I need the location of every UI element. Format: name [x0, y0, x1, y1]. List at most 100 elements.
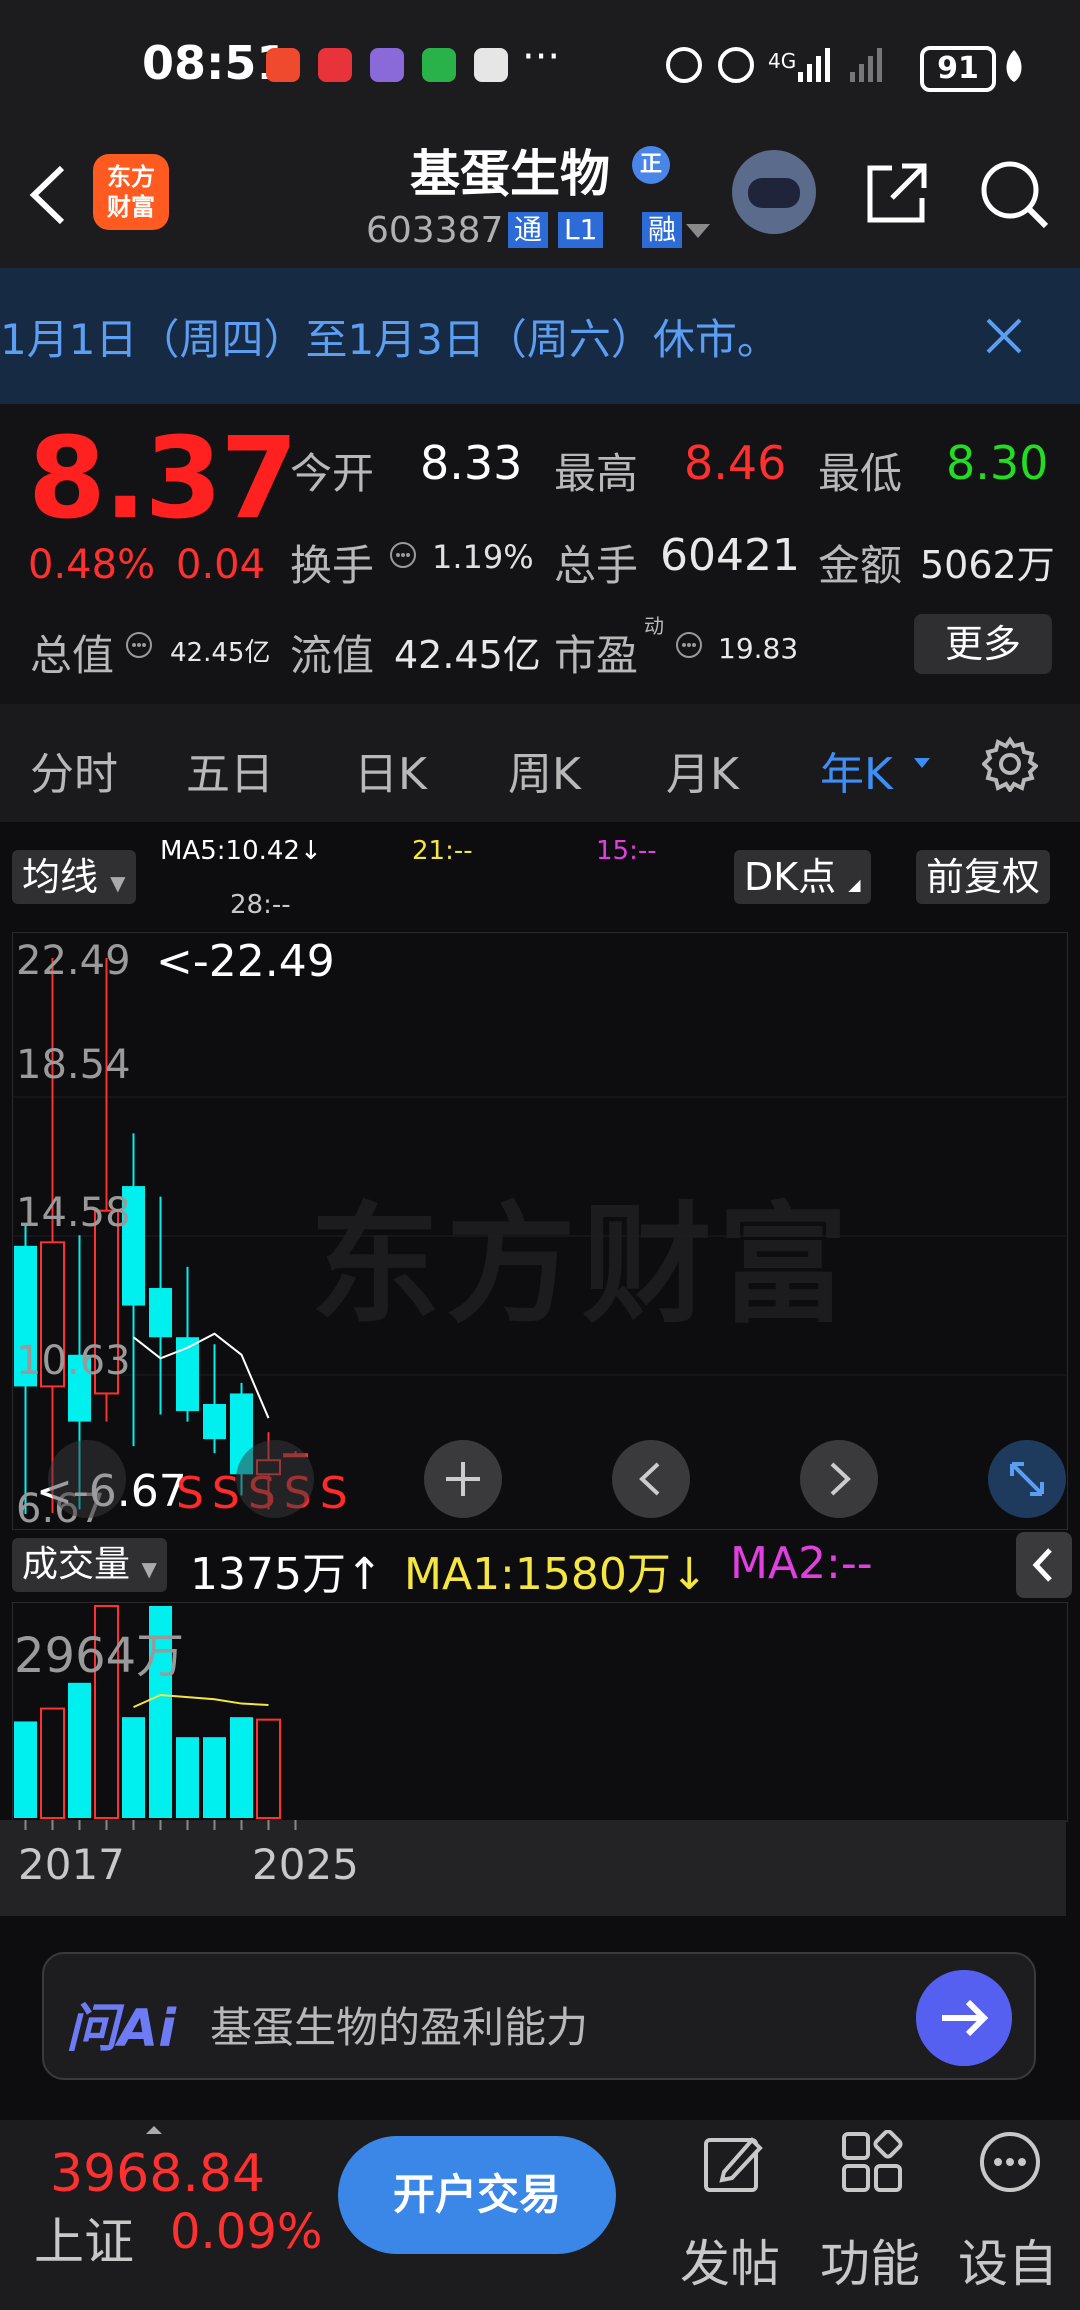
- open-value: 8.33: [420, 436, 523, 490]
- zoom-out-button[interactable]: [48, 1440, 126, 1518]
- tag-rong: 融: [642, 212, 683, 248]
- app-logo-text: 东方 财富: [107, 163, 155, 221]
- y-axis-label: 18.54: [16, 1042, 131, 1088]
- max-price-label: <-22.49: [156, 936, 335, 987]
- turnover-label: 换手: [290, 541, 375, 590]
- index-value[interactable]: 3968.84: [50, 2144, 265, 2204]
- robot-face-icon: [748, 178, 800, 208]
- leaf-icon: [1006, 50, 1022, 82]
- app-notification-icon: [474, 48, 508, 82]
- dk-point-button[interactable]: DK点 ◢: [734, 850, 871, 904]
- turnover-value: 1.19%: [432, 538, 534, 576]
- close-icon[interactable]: [980, 312, 1028, 360]
- tab-monthly-k[interactable]: 月K: [666, 738, 739, 802]
- send-arrow-icon[interactable]: [916, 1970, 1012, 2066]
- nav-post[interactable]: 发帖: [680, 2224, 780, 2296]
- candle: [203, 1344, 226, 1454]
- ma5-label: MA5:10.42↓: [160, 836, 322, 866]
- info-icon[interactable]: [674, 630, 704, 660]
- more-button[interactable]: 更多: [914, 614, 1052, 674]
- volume-bar: [68, 1682, 91, 1818]
- total-mcap-label: 总值: [30, 631, 115, 680]
- tag-l1: L1: [558, 212, 604, 248]
- open-label: 今开: [290, 449, 375, 498]
- volume-bar: [122, 1717, 145, 1818]
- volume-indicator-select[interactable]: 成交量 ▼: [12, 1538, 167, 1592]
- chevron-down-icon[interactable]: [684, 222, 712, 240]
- volume-bar: [14, 1721, 37, 1818]
- candlestick-chart[interactable]: [12, 932, 1066, 1528]
- volume-bar: [256, 1718, 281, 1819]
- tab-five-day[interactable]: 五日: [186, 738, 274, 802]
- stock-name[interactable]: 基蛋生物: [410, 134, 610, 206]
- back-button[interactable]: [24, 160, 74, 230]
- index-percent: 0.09%: [170, 2204, 323, 2260]
- info-icon[interactable]: [388, 540, 418, 570]
- volume-indicator-label: 成交量: [22, 1544, 131, 1585]
- candle-body: [203, 1403, 226, 1440]
- more-notifications-icon: ···: [522, 34, 561, 80]
- volume-max-label: 2964万: [14, 1628, 185, 1684]
- open-account-trade-button[interactable]: 开户交易: [338, 2136, 616, 2254]
- gear-icon[interactable]: [982, 736, 1038, 792]
- dk-point-label: DK点: [744, 855, 837, 899]
- indicator-select[interactable]: 均线 ▼: [12, 850, 136, 904]
- float-mcap-value: 42.45亿: [394, 633, 541, 677]
- pe-label: 市盈: [554, 631, 639, 680]
- functions-icon[interactable]: [840, 2130, 904, 2194]
- nav-functions[interactable]: 功能: [820, 2224, 920, 2296]
- compose-icon[interactable]: [702, 2132, 764, 2194]
- signal-icons: 4G: [666, 47, 882, 83]
- ai-prompt-text[interactable]: 基蛋生物的盈利能力: [210, 1994, 588, 2055]
- ai-logo: 问Ai: [66, 1999, 177, 2059]
- total-mcap-value: 42.45亿: [170, 638, 271, 668]
- candle: [122, 1133, 145, 1447]
- last-price: 8.37: [28, 414, 298, 544]
- wechat-icon: [422, 48, 456, 82]
- zoom-in-button[interactable]: [424, 1440, 502, 1518]
- status-badge: 正: [632, 146, 670, 184]
- app-notification-icon: [266, 48, 300, 82]
- scroll-left-button[interactable]: [612, 1440, 690, 1518]
- tab-yearly-k[interactable]: 年K: [820, 738, 893, 802]
- low-value: 8.30: [946, 436, 1049, 490]
- app-notification-icon: [370, 48, 404, 82]
- candle-body: [149, 1288, 172, 1338]
- amount-value: 5062万: [920, 543, 1055, 587]
- volume-bar: [40, 1707, 65, 1819]
- share-icon[interactable]: [862, 158, 932, 228]
- high-value: 8.46: [684, 436, 787, 490]
- change-percent: 0.48%: [28, 542, 156, 588]
- x-axis-ticks: [24, 1820, 297, 1830]
- indicator-select-label: 均线: [22, 855, 99, 899]
- tab-intraday[interactable]: 分时: [30, 738, 118, 802]
- adjust-button[interactable]: 前复权: [916, 850, 1051, 904]
- amount-label: 金额: [818, 541, 903, 590]
- info-icon[interactable]: [124, 630, 154, 660]
- y-axis-label: 14.58: [16, 1190, 131, 1236]
- more-icon[interactable]: [978, 2130, 1042, 2194]
- volume-label: 总手: [554, 541, 639, 590]
- zoom-minus-button[interactable]: [236, 1440, 314, 1518]
- y-axis-label: 10.63: [16, 1338, 131, 1384]
- collapse-panel-button[interactable]: [1016, 1532, 1072, 1598]
- tab-weekly-k[interactable]: 周K: [508, 738, 581, 802]
- tag-tong: 通: [508, 212, 549, 248]
- index-name: 上证: [34, 2213, 134, 2271]
- svg-text:4G: 4G: [768, 49, 796, 73]
- nav-custom[interactable]: 设自: [958, 2224, 1058, 2296]
- fullscreen-button[interactable]: [988, 1440, 1066, 1518]
- battery-icon: 91: [920, 46, 996, 92]
- change-amount: 0.04: [176, 542, 266, 588]
- stock-code: 603387: [366, 210, 504, 251]
- candle: [149, 1196, 172, 1415]
- pe-value: 19.83: [718, 632, 799, 665]
- scroll-right-button[interactable]: [800, 1440, 878, 1518]
- tab-daily-k[interactable]: 日K: [354, 738, 427, 802]
- search-icon[interactable]: [978, 158, 1050, 230]
- ma21-label: 21:--: [412, 836, 473, 866]
- app-logo: 东方 财富: [93, 154, 169, 230]
- ma28-label: 28:--: [230, 890, 291, 920]
- chevron-down-icon[interactable]: [912, 756, 932, 770]
- notice-text: 1月1日（周四）至1月3日（周六）休市。: [0, 315, 779, 364]
